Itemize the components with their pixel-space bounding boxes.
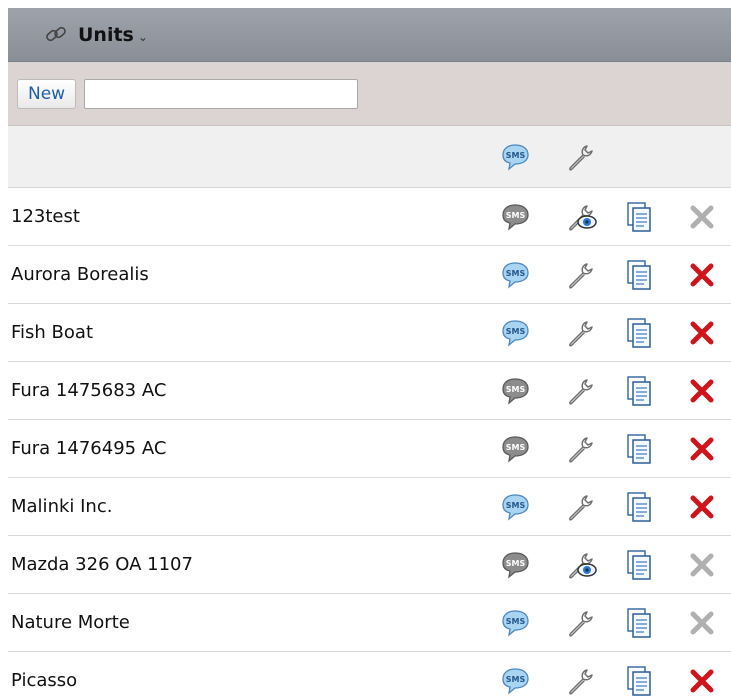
copy-document-icon[interactable]: [622, 316, 656, 350]
unit-filter-input[interactable]: [84, 78, 359, 109]
unit-name[interactable]: Picasso: [11, 652, 77, 700]
svg-text:SMS: SMS: [506, 559, 526, 568]
svg-text:SMS: SMS: [506, 269, 526, 278]
units-panel: Units ⌄ New SMS 123test SMS Aurora Boreali…: [8, 8, 731, 700]
sms-bubble-icon[interactable]: SMS: [498, 664, 532, 698]
panel-title[interactable]: Units: [78, 24, 134, 46]
svg-text:SMS: SMS: [506, 617, 526, 626]
unit-name[interactable]: Mazda 326 OA 1107: [11, 536, 193, 594]
sms-bubble-icon[interactable]: SMS: [498, 316, 532, 350]
unit-row[interactable]: Nature Morte SMS: [8, 594, 731, 652]
unit-row[interactable]: Fura 1476495 AC SMS: [8, 420, 731, 478]
copy-document-icon[interactable]: [622, 432, 656, 466]
copy-document-icon[interactable]: [622, 490, 656, 524]
unit-name[interactable]: Malinki Inc.: [11, 478, 112, 536]
wrench-icon[interactable]: [564, 432, 598, 466]
unit-name[interactable]: Fura 1475683 AC: [11, 362, 166, 420]
chain-link-icon: [46, 26, 66, 41]
eye-wrench-icon[interactable]: [564, 200, 598, 234]
svg-text:SMS: SMS: [506, 443, 526, 452]
panel-titlebar[interactable]: Units ⌄: [8, 8, 731, 62]
delete-x-icon[interactable]: [685, 432, 719, 466]
sms-bubble-icon[interactable]: SMS: [498, 200, 532, 234]
unit-row[interactable]: Fura 1475683 AC SMS: [8, 362, 731, 420]
delete-x-icon[interactable]: [685, 374, 719, 408]
copy-document-icon[interactable]: [622, 664, 656, 698]
delete-x-icon[interactable]: [685, 606, 719, 640]
sms-bubble-icon[interactable]: SMS: [498, 140, 532, 174]
copy-document-icon[interactable]: [622, 374, 656, 408]
new-unit-button[interactable]: New: [17, 78, 77, 109]
delete-x-icon[interactable]: [685, 490, 719, 524]
unit-name[interactable]: Aurora Borealis: [11, 246, 149, 304]
panel-toolbar: New: [8, 62, 731, 126]
copy-document-icon[interactable]: [622, 606, 656, 640]
svg-text:SMS: SMS: [506, 675, 526, 684]
wrench-icon[interactable]: [564, 140, 598, 174]
delete-x-icon[interactable]: [685, 316, 719, 350]
svg-text:SMS: SMS: [506, 327, 526, 336]
unit-name[interactable]: Fura 1476495 AC: [11, 420, 166, 478]
svg-text:SMS: SMS: [506, 211, 526, 220]
svg-text:SMS: SMS: [506, 501, 526, 510]
wrench-icon[interactable]: [564, 374, 598, 408]
sms-bubble-icon[interactable]: SMS: [498, 258, 532, 292]
unit-name[interactable]: 123test: [11, 188, 80, 246]
eye-wrench-icon[interactable]: [564, 548, 598, 582]
copy-document-icon[interactable]: [622, 258, 656, 292]
sms-bubble-icon[interactable]: SMS: [498, 432, 532, 466]
wrench-icon[interactable]: [564, 606, 598, 640]
wrench-icon[interactable]: [564, 258, 598, 292]
delete-x-icon[interactable]: [685, 200, 719, 234]
sms-bubble-icon[interactable]: SMS: [498, 490, 532, 524]
unit-row[interactable]: Picasso SMS: [8, 652, 731, 700]
unit-row[interactable]: Fish Boat SMS: [8, 304, 731, 362]
panel-menu-caret[interactable]: ⌄: [138, 30, 148, 44]
unit-list-header: SMS: [8, 126, 731, 188]
unit-row[interactable]: 123test SMS: [8, 188, 731, 246]
delete-x-icon[interactable]: [685, 548, 719, 582]
unit-name[interactable]: Nature Morte: [11, 594, 130, 652]
delete-x-icon[interactable]: [685, 258, 719, 292]
svg-text:SMS: SMS: [506, 151, 526, 160]
unit-row[interactable]: Aurora Borealis SMS: [8, 246, 731, 304]
copy-document-icon[interactable]: [622, 548, 656, 582]
unit-name[interactable]: Fish Boat: [11, 304, 93, 362]
sms-bubble-icon[interactable]: SMS: [498, 606, 532, 640]
sms-bubble-icon[interactable]: SMS: [498, 374, 532, 408]
unit-row[interactable]: Mazda 326 OA 1107 SMS: [8, 536, 731, 594]
delete-x-icon[interactable]: [685, 664, 719, 698]
wrench-icon[interactable]: [564, 316, 598, 350]
copy-document-icon[interactable]: [622, 200, 656, 234]
svg-text:SMS: SMS: [506, 385, 526, 394]
unit-row[interactable]: Malinki Inc. SMS: [8, 478, 731, 536]
wrench-icon[interactable]: [564, 664, 598, 698]
sms-bubble-icon[interactable]: SMS: [498, 548, 532, 582]
unit-list: 123test SMS Aurora Borealis SMS Fish Boat SMS…: [8, 188, 731, 700]
wrench-icon[interactable]: [564, 490, 598, 524]
